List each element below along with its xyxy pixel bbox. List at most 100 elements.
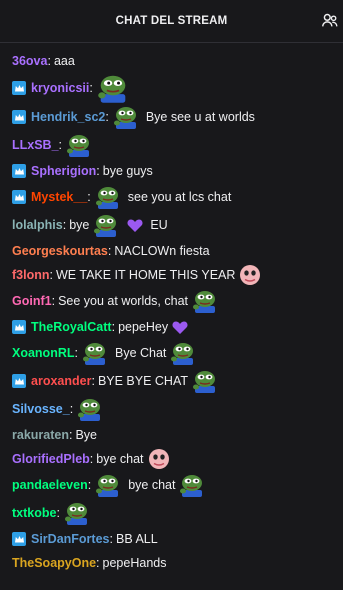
subscriber-badge-icon[interactable] — [12, 110, 26, 124]
chat-message: lolalphis: bye EU — [12, 211, 343, 239]
chat-message: Silvosse_: — [12, 395, 343, 423]
chat-message: LLxSB_: — [12, 131, 343, 159]
pepe-hands-emote-icon[interactable] — [170, 341, 196, 365]
chat-message: Hendrik_sc2: Bye see u at worlds — [12, 103, 343, 131]
username-separator: : — [62, 218, 67, 232]
subscriber-badge-icon[interactable] — [12, 164, 26, 178]
subscriber-badge-icon[interactable] — [12, 320, 26, 334]
chat-message: f3lonn: WE TAKE IT HOME THIS YEAR — [12, 263, 343, 287]
username-separator: : — [96, 164, 100, 178]
chat-message: aroxander: BYE BYE CHAT — [12, 367, 343, 395]
pepe-hands-emote-icon[interactable] — [77, 397, 103, 421]
chat-message: GlorifiedPleb: bye chat — [12, 447, 343, 471]
subscriber-badge-icon[interactable] — [12, 81, 26, 95]
pepe-big-emote-icon[interactable] — [97, 73, 129, 103]
username-separator: : — [109, 532, 113, 546]
chat-username[interactable]: GlorifiedPleb — [12, 452, 90, 466]
username-separator: : — [68, 428, 73, 442]
subscriber-badge-icon[interactable] — [12, 532, 26, 546]
username-separator: : — [74, 346, 78, 360]
chat-username[interactable]: LLxSB_ — [12, 138, 59, 152]
pepe-hands-emote-icon[interactable] — [113, 105, 139, 129]
chat-message-text: BYE BYE CHAT — [97, 374, 189, 388]
username-separator: : — [56, 506, 60, 520]
chat-username[interactable]: Mystek__ — [31, 190, 87, 204]
chat-username[interactable]: XoanonRL — [12, 346, 75, 360]
chat-username[interactable]: TheSoapyOne — [12, 556, 96, 570]
chat-message: pandaeleven: bye chat — [12, 471, 343, 499]
username-separator: : — [49, 268, 53, 282]
username-separator: : — [47, 54, 51, 68]
pepe-hands-emote-icon[interactable] — [64, 501, 90, 525]
chat-username[interactable]: aroxander — [31, 374, 91, 388]
chat-username[interactable]: lolalphis — [12, 218, 63, 232]
chat-username[interactable]: 36ova — [12, 54, 47, 68]
chat-message: XoanonRL: Bye Chat — [12, 339, 343, 367]
chat-message: rakuraten: Bye — [12, 423, 343, 447]
chat-message-text: See you at worlds, chat — [58, 294, 189, 308]
chat-message-text: see you at lcs chat — [127, 190, 232, 204]
chat-message-text: BB ALL — [115, 532, 158, 546]
chat-message-text: pepeHands — [102, 556, 167, 570]
username-separator: : — [96, 556, 100, 570]
users-icon[interactable] — [321, 12, 339, 30]
face-emote-icon[interactable] — [148, 448, 170, 470]
heart-emote-icon[interactable] — [172, 320, 188, 335]
chat-message: SirDanFortes: BB ALL — [12, 527, 343, 551]
username-separator: : — [107, 244, 112, 258]
chat-username[interactable]: pandaeleven — [12, 478, 88, 492]
username-separator: : — [91, 374, 95, 388]
username-separator: : — [58, 138, 63, 152]
pepe-hands-emote-icon[interactable] — [82, 341, 108, 365]
chat-message-list: 36ova: aaa kryonicsii: Hendrik_sc2: Bye see … — [0, 43, 343, 575]
chat-message: Mystek__: see you at lcs chat — [12, 183, 343, 211]
chat-title: CHAT DEL STREAM — [115, 15, 228, 27]
chat-message-text: NACLOWn fiesta — [114, 244, 210, 258]
chat-message: kryonicsii: — [12, 73, 343, 103]
face-emote-icon[interactable] — [239, 264, 261, 286]
chat-username[interactable]: TheRoyalCatt — [31, 320, 112, 334]
chat-header: CHAT DEL STREAM — [0, 0, 343, 43]
chat-message-text: aaa — [53, 54, 75, 68]
chat-message-text: bye chat — [128, 478, 176, 492]
pepe-hands-emote-icon[interactable] — [95, 185, 121, 209]
chat-username[interactable]: rakuraten — [12, 428, 69, 442]
chat-username[interactable]: f3lonn — [12, 268, 50, 282]
subscriber-badge-icon[interactable] — [12, 374, 26, 388]
pepe-hands-emote-icon[interactable] — [179, 473, 205, 497]
chat-message: Spherigion: bye guys — [12, 159, 343, 183]
chat-message-text: Bye — [75, 428, 98, 442]
username-separator: : — [89, 452, 94, 466]
heart-emote-icon[interactable] — [127, 218, 143, 233]
chat-message: 36ova: aaa — [12, 49, 343, 73]
chat-username[interactable]: txtkobe — [12, 506, 56, 520]
username-separator: : — [89, 81, 93, 95]
chat-username[interactable]: Georgeskourtas — [12, 244, 108, 258]
username-separator: : — [51, 294, 56, 308]
chat-message: TheSoapyOne: pepeHands — [12, 551, 343, 575]
chat-username[interactable]: Silvosse_ — [12, 402, 70, 416]
pepe-hands-emote-icon[interactable] — [95, 473, 121, 497]
pepe-hands-emote-icon[interactable] — [192, 289, 218, 313]
chat-username[interactable]: Goinf1 — [12, 294, 52, 308]
pepe-hands-emote-icon[interactable] — [93, 213, 119, 237]
chat-username[interactable]: Hendrik_sc2 — [31, 110, 105, 124]
chat-message-text: Bye Chat — [114, 346, 167, 360]
chat-message-text: pepeHey — [118, 320, 169, 334]
subscriber-badge-icon[interactable] — [12, 190, 26, 204]
chat-message: Georgeskourtas: NACLOWn fiesta — [12, 239, 343, 263]
pepe-hands-emote-icon[interactable] — [66, 133, 92, 157]
username-separator: : — [69, 402, 74, 416]
chat-message-text: bye — [69, 218, 90, 232]
chat-message: txtkobe: — [12, 499, 343, 527]
username-separator: : — [111, 320, 116, 334]
username-separator: : — [87, 190, 91, 204]
chat-message: TheRoyalCatt: pepeHey — [12, 315, 343, 339]
chat-username[interactable]: SirDanFortes — [31, 532, 110, 546]
chat-message: Goinf1: See you at worlds, chat — [12, 287, 343, 315]
chat-username[interactable]: Spherigion — [31, 164, 96, 178]
chat-message-text: EU — [150, 218, 168, 232]
username-separator: : — [87, 478, 92, 492]
pepe-hands-emote-icon[interactable] — [192, 369, 218, 393]
chat-username[interactable]: kryonicsii — [31, 81, 89, 95]
